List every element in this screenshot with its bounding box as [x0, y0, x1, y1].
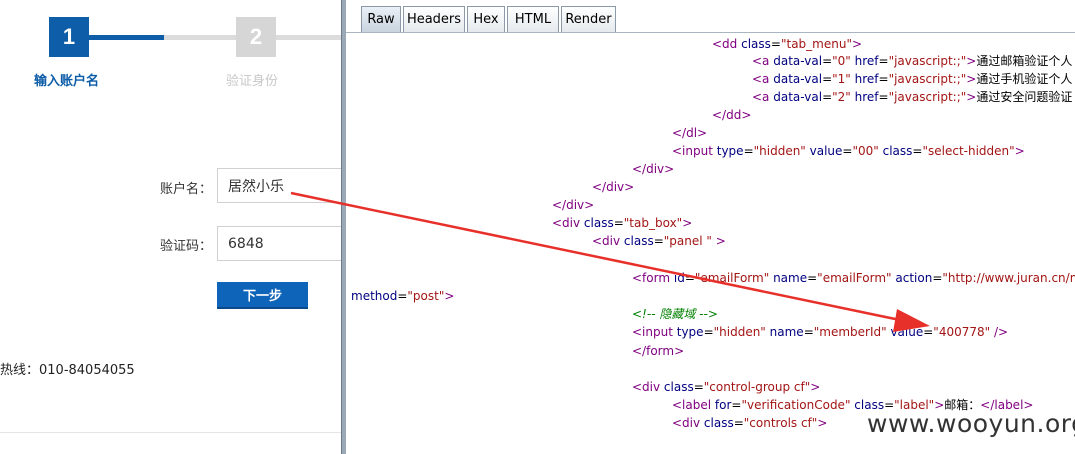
raw-code-view[interactable]: <dd class="tab_menu"> <a data-val="0" hr…: [346, 33, 1075, 454]
code-line: <div class="panel " >: [592, 234, 726, 248]
step-2-badge: 2: [236, 17, 276, 57]
code-line: </form>: [632, 344, 685, 358]
tab-raw[interactable]: Raw: [361, 6, 401, 32]
code-line: </dl>: [672, 126, 708, 140]
code-line: <a data-val="2" href="javascript:;">通过安全…: [752, 90, 1073, 104]
code-line: <input type="hidden" value="00" class="s…: [672, 144, 1025, 158]
response-viewer: Raw Headers Hex HTML Render <dd class="t…: [346, 0, 1075, 454]
tab-headers[interactable]: Headers: [403, 6, 465, 32]
code-line: </div>: [632, 162, 675, 176]
code-line: method="post">: [351, 289, 455, 303]
hotline-text: 热线：010-84054055: [0, 363, 135, 378]
code-comment: <!-- 隐藏域 -->: [632, 307, 718, 321]
code-line: <a data-val="1" href="javascript:;">通过手机…: [752, 72, 1073, 86]
progress-bar-inactive: [164, 35, 236, 40]
left-panel: 1 2 输入账户名 验证身份 账户名： 居然小乐 验证码： 6848 下一步 热…: [0, 0, 341, 454]
captcha-label: 验证码：: [160, 239, 213, 254]
progress-bar-inactive-2: [276, 35, 341, 40]
footer-divider: [0, 432, 341, 433]
next-step-button[interactable]: 下一步: [217, 282, 308, 309]
code-line: <form id="emailForm" name="emailForm" ac…: [632, 271, 1075, 285]
tab-bar: Raw Headers Hex HTML Render: [346, 0, 1075, 33]
tab-render[interactable]: Render: [561, 6, 616, 32]
account-label: 账户名：: [160, 182, 213, 197]
code-line: <div class="tab_box">: [552, 216, 693, 230]
member-id-value: "400778": [933, 325, 991, 339]
step-1-label: 输入账户名: [34, 74, 100, 89]
tab-html[interactable]: HTML: [507, 6, 559, 32]
code-line: <div class="control-group cf">: [632, 380, 821, 394]
watermark: www.wooyun.org: [867, 409, 1075, 438]
code-line: <div class="controls cf">: [672, 416, 828, 430]
code-line: </div>: [592, 180, 635, 194]
code-line: <dd class="tab_menu">: [712, 37, 863, 51]
code-line-hidden-member-id: <input type="hidden" name="memberId" val…: [632, 325, 1009, 339]
tab-hex[interactable]: Hex: [467, 6, 505, 32]
code-line: </dd>: [712, 108, 752, 122]
step-2-label: 验证身份: [226, 74, 279, 89]
progress-bar-active: [89, 35, 164, 40]
account-input[interactable]: 居然小乐: [217, 168, 341, 203]
code-line: <a data-val="0" href="javascript:;">通过邮箱…: [752, 54, 1073, 68]
captcha-input[interactable]: 6848: [217, 226, 341, 261]
step-1-badge: 1: [49, 17, 89, 57]
code-line: </div>: [552, 198, 595, 212]
